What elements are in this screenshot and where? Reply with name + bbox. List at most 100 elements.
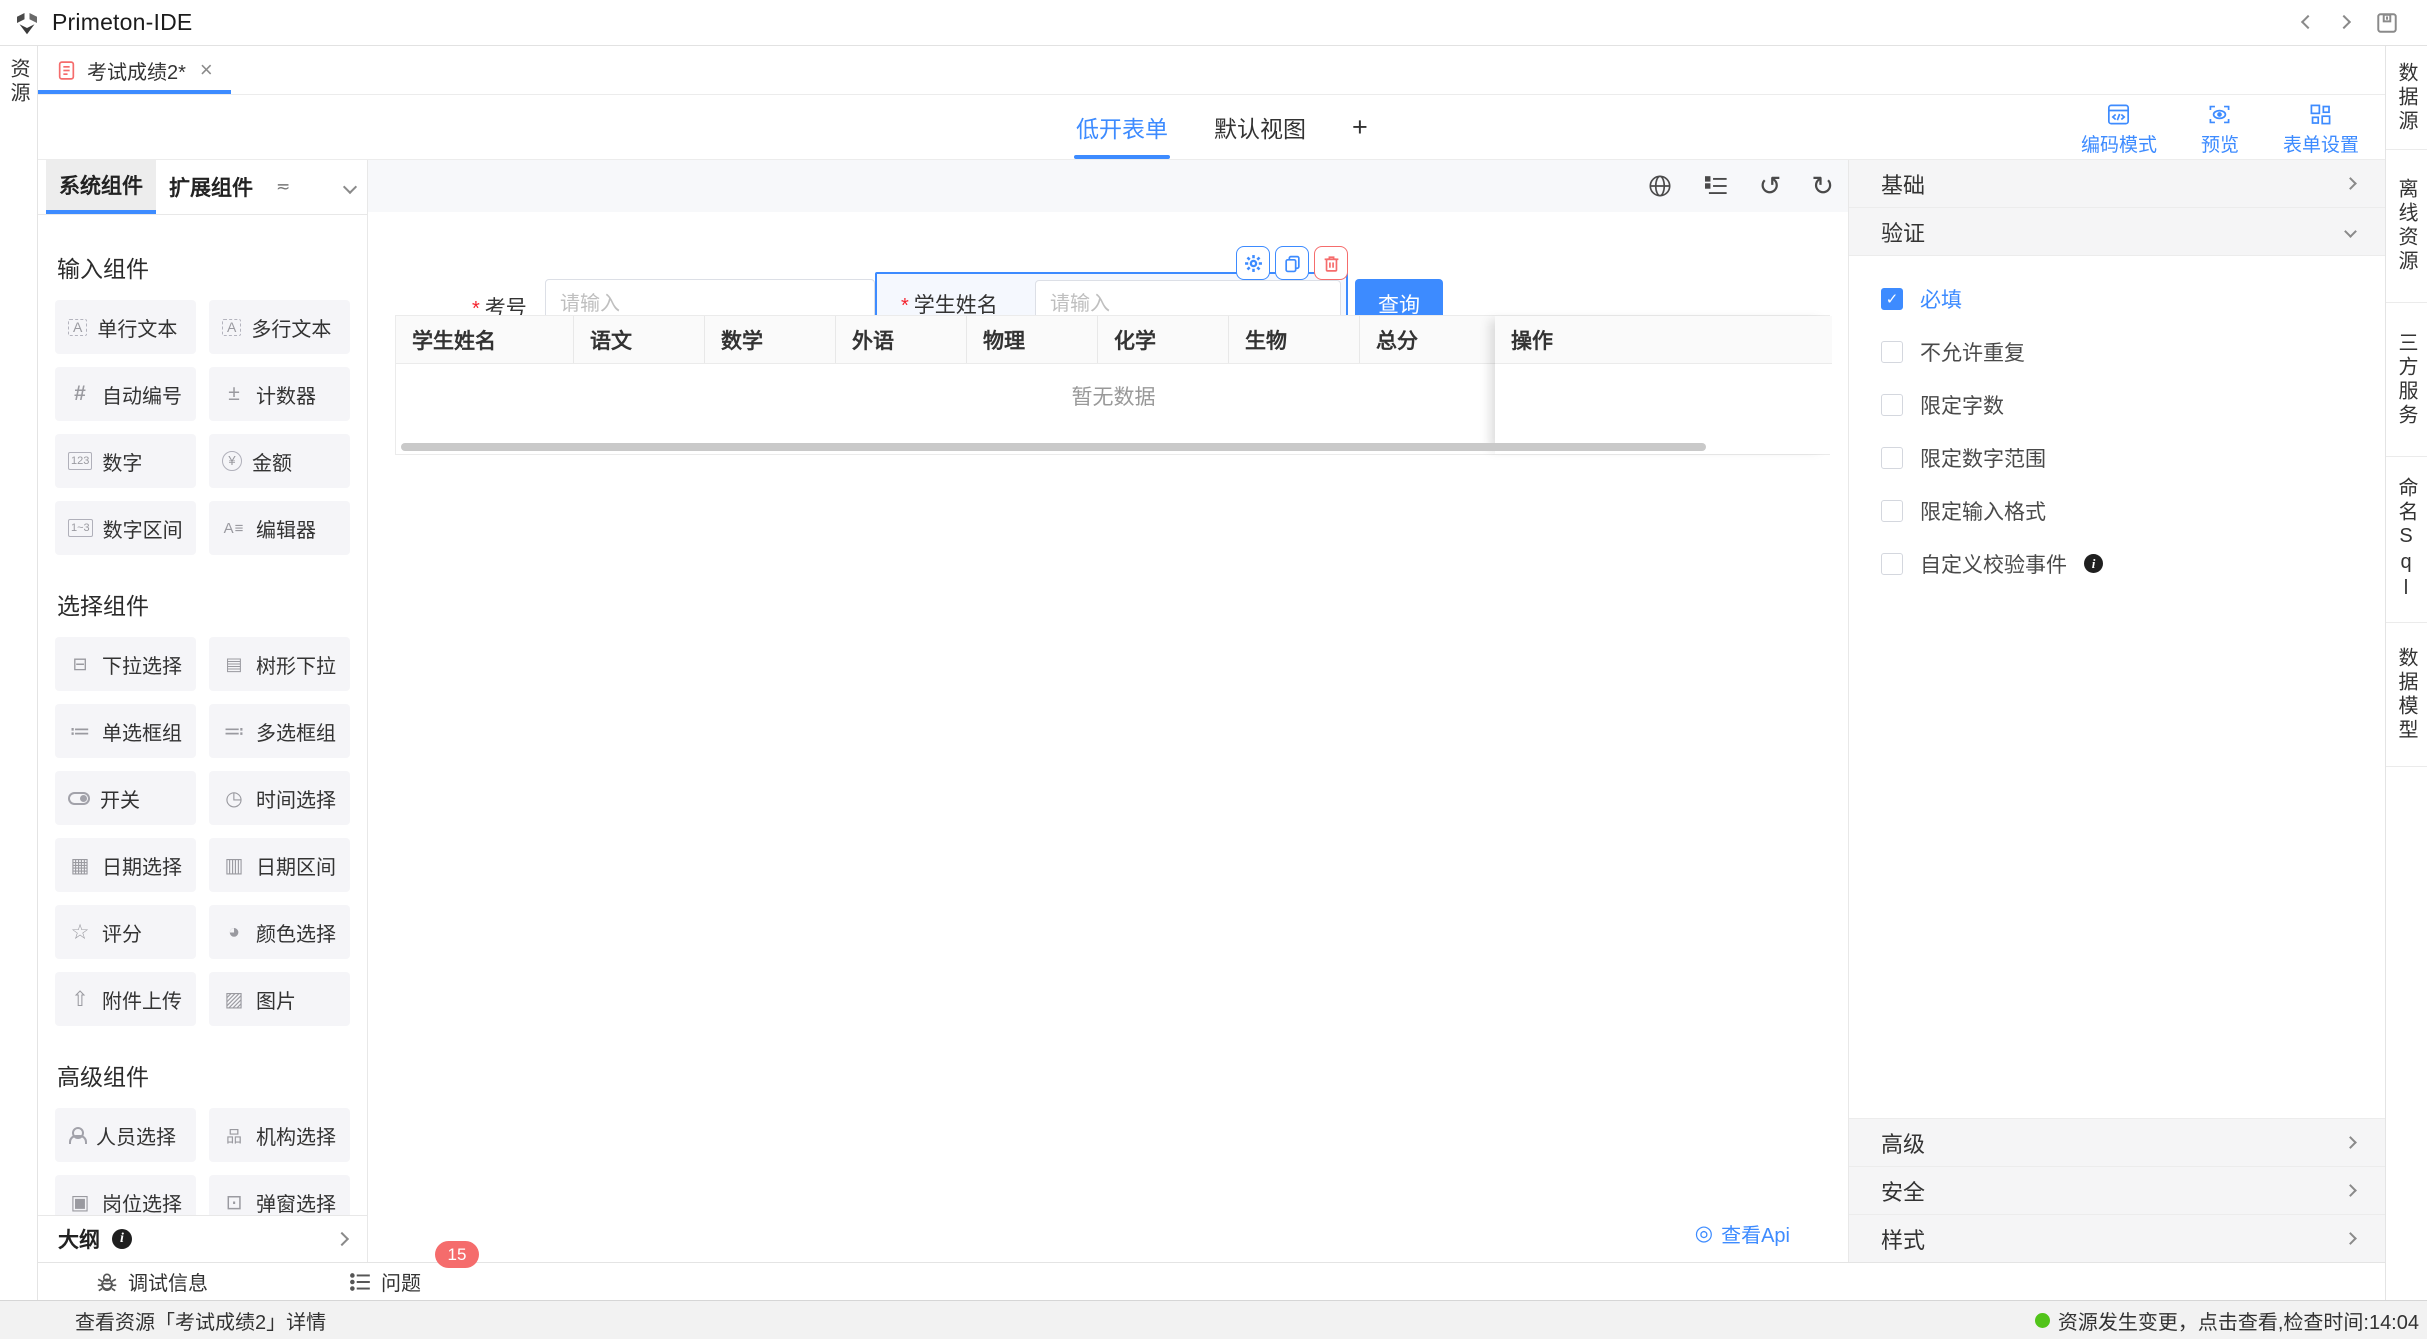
- section-security[interactable]: 安全: [1849, 1166, 2385, 1214]
- check-row-number-range: 限定数字范围: [1881, 431, 2385, 484]
- tab-extended-components[interactable]: 扩展组件: [156, 160, 266, 214]
- tab-default-view[interactable]: 默认视图: [1214, 95, 1306, 159]
- required-label: 必填: [1920, 284, 1962, 314]
- no-duplicate-checkbox[interactable]: [1881, 341, 1903, 363]
- sidebar-item-resources[interactable]: 资源: [4, 58, 33, 1300]
- form-settings-button[interactable]: 表单设置: [2283, 102, 2359, 157]
- component-card[interactable]: ◷时间选择: [209, 771, 350, 825]
- i18n-globe-icon[interactable]: [1647, 173, 1673, 199]
- component-card[interactable]: A≡编辑器: [209, 501, 350, 555]
- save-icon[interactable]: [2375, 11, 2399, 35]
- code-mode-button[interactable]: 编码模式: [2081, 102, 2157, 157]
- form-canvas[interactable]: ↺ ↻ *考号 *学生姓名: [368, 160, 1848, 1262]
- component-card[interactable]: ±计数器: [209, 367, 350, 421]
- input-format-checkbox[interactable]: [1881, 500, 1903, 522]
- char-limit-checkbox[interactable]: [1881, 394, 1903, 416]
- outline-expand-icon[interactable]: [335, 1232, 349, 1246]
- table-column-header[interactable]: 外语: [836, 316, 967, 363]
- table-column-header[interactable]: 化学: [1098, 316, 1229, 363]
- document-icon: [56, 60, 77, 81]
- component-card[interactable]: ▣岗位选择: [55, 1175, 196, 1215]
- section-basic[interactable]: 基础: [1849, 160, 2385, 208]
- custom-validation-checkbox[interactable]: [1881, 553, 1903, 575]
- section-validation-label: 验证: [1881, 216, 1925, 248]
- component-card[interactable]: 123数字: [55, 434, 196, 488]
- table-column-header-actions[interactable]: 操作: [1495, 316, 1832, 364]
- status-bar: 查看资源「考试成绩2」详情 资源发生变更，点击查看,检查时间:14:04: [0, 1300, 2427, 1339]
- component-card[interactable]: ⊟下拉选择: [55, 637, 196, 691]
- component-card[interactable]: ⊡弹窗选择: [209, 1175, 350, 1215]
- component-card[interactable]: #自动编号: [55, 367, 196, 421]
- component-list: 输入组件 A单行文本 A多行文本 #自动编号 ±计数器 123数字 ¥金额 1~…: [38, 216, 367, 1215]
- close-tab-icon[interactable]: ×: [200, 57, 213, 83]
- field-settings-button[interactable]: [1236, 246, 1270, 280]
- properties-panel: 基础 验证 必填 不允许重复 限定字数 限定数字范围: [1848, 160, 2385, 1262]
- component-card[interactable]: ¥金额: [209, 434, 350, 488]
- document-tab-label: 考试成绩2*: [87, 56, 186, 85]
- component-card[interactable]: ▤树形下拉: [209, 637, 350, 691]
- table-column-header[interactable]: 总分: [1360, 316, 1496, 363]
- component-card[interactable]: A单行文本: [55, 300, 196, 354]
- outline-toggle[interactable]: 大纲 i: [38, 1215, 367, 1262]
- debug-info-button[interactable]: 调试信息: [95, 1267, 208, 1296]
- delete-field-button[interactable]: [1314, 246, 1348, 280]
- component-card[interactable]: ▦日期选择: [55, 838, 196, 892]
- component-card[interactable]: 开关: [55, 771, 196, 825]
- history-back-icon[interactable]: [2303, 14, 2313, 32]
- preview-button[interactable]: 预览: [2201, 102, 2239, 157]
- table-column-header[interactable]: 语文: [574, 316, 705, 363]
- component-card[interactable]: 人员选择: [55, 1108, 196, 1162]
- check-row-no-duplicate: 不允许重复: [1881, 325, 2385, 378]
- component-panel-header: 系统组件 扩展组件 ≂: [38, 160, 367, 215]
- rail-item-data-model[interactable]: 数据模型: [2386, 623, 2427, 767]
- table-horizontal-scrollbar[interactable]: [401, 443, 1706, 451]
- redo-icon[interactable]: ↻: [1811, 173, 1834, 199]
- query-form-row: *考号 *学生姓名 查询: [368, 212, 1848, 315]
- section-advanced[interactable]: 高级: [1849, 1118, 2385, 1166]
- data-table-widget[interactable]: 学生姓名 语文 数学 外语 物理 化学 生物 总分 暂无数据 操作: [395, 315, 1830, 455]
- component-card[interactable]: ◕颜色选择: [209, 905, 350, 959]
- component-card[interactable]: A多行文本: [209, 300, 350, 354]
- table-column-header[interactable]: 学生姓名: [396, 316, 574, 363]
- document-tab-bar: 考试成绩2* ×: [38, 46, 2385, 95]
- check-row-char-limit: 限定字数: [1881, 378, 2385, 431]
- rail-item-third-party-services[interactable]: 三方服务: [2386, 303, 2427, 457]
- component-card[interactable]: 品机构选择: [209, 1108, 350, 1162]
- component-card[interactable]: ☆评分: [55, 905, 196, 959]
- number-range-checkbox[interactable]: [1881, 447, 1903, 469]
- history-forward-icon[interactable]: [2339, 14, 2349, 32]
- number-range-icon: 1~3: [68, 519, 93, 537]
- document-tab[interactable]: 考试成绩2* ×: [38, 46, 231, 94]
- problems-button[interactable]: 问题 15: [348, 1267, 421, 1296]
- required-checkbox[interactable]: [1881, 288, 1903, 310]
- add-view-button[interactable]: +: [1352, 95, 1368, 159]
- table-column-header[interactable]: 物理: [967, 316, 1098, 363]
- required-asterisk: *: [901, 295, 909, 317]
- outline-tree-icon[interactable]: [1703, 173, 1729, 199]
- rail-item-offline-resources[interactable]: 离线资源: [2386, 150, 2427, 303]
- form-settings-label: 表单设置: [2283, 130, 2359, 157]
- tab-low-code-form[interactable]: 低开表单: [1076, 95, 1168, 159]
- component-grid: ⊟下拉选择 ▤树形下拉 ≔单选框组 ≕多选框组 开关 ◷时间选择 ▦日期选择 ▥…: [55, 637, 350, 1026]
- view-api-link[interactable]: ◎ 查看Api: [1695, 1219, 1790, 1248]
- section-style[interactable]: 样式: [1849, 1214, 2385, 1262]
- resource-change-notice[interactable]: 资源发生变更，点击查看,检查时间:14:04: [2035, 1306, 2419, 1335]
- section-validation[interactable]: 验证: [1849, 208, 2385, 256]
- copy-field-button[interactable]: [1275, 246, 1309, 280]
- table-column-header[interactable]: 数学: [705, 316, 836, 363]
- undo-icon[interactable]: ↺: [1759, 173, 1782, 199]
- component-filter-icon[interactable]: ≂: [276, 160, 290, 214]
- component-card[interactable]: ≔单选框组: [55, 704, 196, 758]
- collapse-panel-icon[interactable]: [345, 160, 355, 214]
- rail-item-datasource[interactable]: 数据源: [2386, 46, 2427, 150]
- component-card[interactable]: ⇧附件上传: [55, 972, 196, 1026]
- component-card[interactable]: 1~3数字区间: [55, 501, 196, 555]
- table-column-header[interactable]: 生物: [1229, 316, 1360, 363]
- rail-item-named-sql[interactable]: 命名Sql: [2386, 457, 2427, 623]
- component-card[interactable]: ▨图片: [209, 972, 350, 1026]
- primeton-ide-window: Primeton-IDE 资源 考试成绩2* × 低开表单 默认视图 +: [0, 0, 2427, 1339]
- tab-system-components[interactable]: 系统组件: [46, 160, 156, 214]
- component-card[interactable]: ≕多选框组: [209, 704, 350, 758]
- left-rail: 资源: [0, 46, 38, 1300]
- component-card[interactable]: ▥日期区间: [209, 838, 350, 892]
